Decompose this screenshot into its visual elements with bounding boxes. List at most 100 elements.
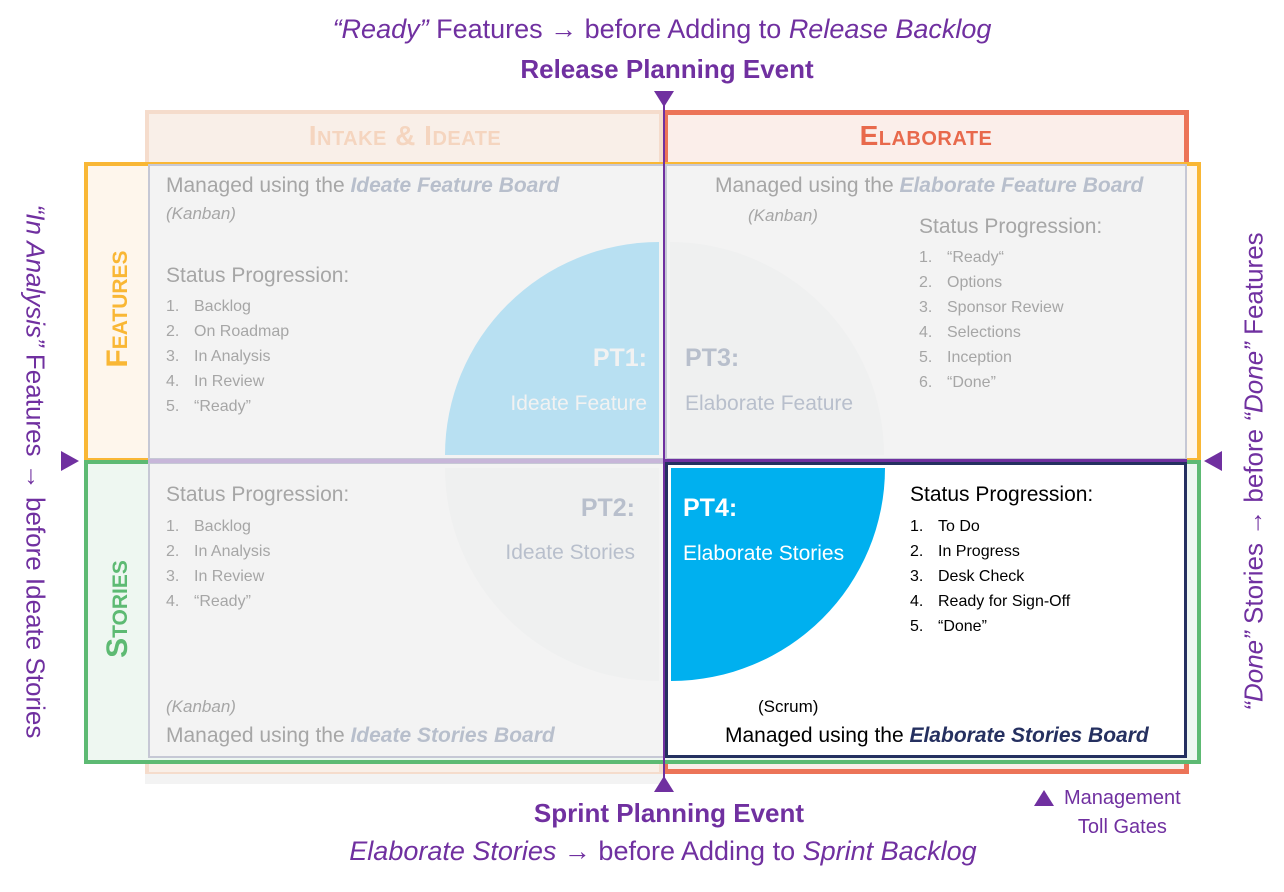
pt3-method: (Kanban) bbox=[748, 206, 818, 225]
board-name: Ideate Feature Board bbox=[350, 174, 560, 197]
board-name: Elaborate Feature Board bbox=[899, 174, 1144, 197]
status-label: Inception bbox=[947, 349, 1012, 366]
status-label: Options bbox=[947, 274, 1003, 291]
pt4-managed-by: Managed using the Elaborate Stories Boar… bbox=[725, 724, 1149, 748]
caption-tail: Features bbox=[1238, 232, 1269, 343]
pt2-method: (Kanban) bbox=[166, 697, 236, 716]
ideate-stories-toll-gate-icon bbox=[61, 451, 79, 471]
status-label: Backlog bbox=[194, 518, 251, 535]
pt4-name: Elaborate Stories bbox=[683, 542, 845, 565]
caption-italic-lead: “Ready” bbox=[332, 14, 429, 44]
managed-prefix: Managed using the bbox=[715, 174, 900, 197]
pt2-status-heading: Status Progression: bbox=[166, 483, 350, 506]
triangle-up-icon bbox=[1034, 790, 1054, 806]
pt4-status-list: 1. To Do 2. In Progress 3. Desk Check 4. Rea… bbox=[910, 514, 1070, 639]
status-item: 1. Backlog bbox=[166, 298, 251, 315]
status-item: 5. “Ready” bbox=[166, 398, 251, 415]
caption-italic-mid: “Done” bbox=[1238, 342, 1269, 422]
vertical-divider bbox=[663, 96, 665, 780]
pt3-status-list: 1. “Ready“ 2. Options 3. Sponsor Review 4. S… bbox=[919, 245, 1064, 395]
status-label: In Progress bbox=[938, 543, 1020, 560]
status-item: 2. Options bbox=[919, 274, 1003, 291]
caption-italic-lead: “Done” bbox=[1238, 631, 1269, 711]
column-header-elaborate: Elaborate bbox=[859, 120, 993, 151]
row-label-stories: Stories bbox=[101, 560, 134, 658]
sprint-toll-gate-icon bbox=[654, 776, 674, 792]
managed-prefix: Managed using the bbox=[725, 724, 910, 747]
status-item: 4. “Ready” bbox=[166, 593, 251, 610]
status-label: To Do bbox=[938, 518, 980, 535]
pt2-managed-by: Managed using the Ideate Stories Board bbox=[166, 724, 555, 748]
status-label: In Review bbox=[194, 568, 265, 585]
pt1-name: Ideate Feature bbox=[510, 392, 647, 415]
status-item: 3. In Review bbox=[166, 568, 265, 585]
pt1-code: PT1: bbox=[592, 344, 647, 372]
status-label: “Ready” bbox=[194, 593, 251, 610]
status-label: Ready for Sign-Off bbox=[938, 593, 1071, 610]
managed-prefix: Managed using the bbox=[166, 174, 351, 197]
status-item: 1. To Do bbox=[910, 518, 980, 535]
status-item: 6. “Done” bbox=[919, 374, 996, 391]
pt1-managed-by: Managed using the Ideate Feature Board bbox=[166, 174, 559, 198]
intake-frame-shadow bbox=[145, 774, 663, 784]
pt4-method: (Scrum) bbox=[758, 697, 819, 716]
pt3-name: Elaborate Feature bbox=[685, 392, 854, 415]
pt1-status-heading: Status Progression: bbox=[166, 264, 350, 287]
caption-italic-lead: “In Analysis” bbox=[20, 204, 51, 347]
pt3-code: PT3: bbox=[685, 344, 740, 372]
pt2-code: PT2: bbox=[580, 494, 635, 522]
legend-line2: Toll Gates bbox=[1077, 816, 1167, 838]
status-label: In Analysis bbox=[194, 348, 271, 365]
legend-line1: Management bbox=[1064, 787, 1181, 809]
status-item: 4. Selections bbox=[919, 324, 1021, 341]
status-item: 3. Sponsor Review bbox=[919, 299, 1064, 316]
pt1-method: (Kanban) bbox=[166, 204, 236, 223]
pt4-status-heading: Status Progression: bbox=[910, 483, 1094, 506]
horizontal-divider-right bbox=[665, 459, 1187, 462]
board-name: Ideate Stories Board bbox=[350, 724, 555, 747]
row-label-features: Features bbox=[101, 250, 134, 368]
status-label: Backlog bbox=[194, 298, 251, 315]
status-label: Sponsor Review bbox=[947, 299, 1064, 316]
status-label: “Ready” bbox=[194, 398, 251, 415]
status-item: 1. Backlog bbox=[166, 518, 251, 535]
managed-prefix: Managed using the bbox=[166, 724, 351, 747]
caption-italic-lead: Elaborate Stories bbox=[349, 836, 557, 866]
right-side-caption: “Done” Stories → before “Done” Features bbox=[1239, 162, 1270, 782]
column-header-intake-ideate: Intake & Ideate bbox=[308, 120, 502, 151]
caption-text: → before Adding to bbox=[556, 836, 803, 866]
status-label: Desk Check bbox=[938, 568, 1025, 585]
pt1-status-list: 1. Backlog 2. On Roadmap 3. In Analysis 4. I… bbox=[166, 294, 289, 419]
done-features-toll-gate-icon bbox=[1204, 451, 1222, 471]
pt3-managed-by: Managed using the Elaborate Feature Boar… bbox=[715, 174, 1143, 198]
status-item: 3. Desk Check bbox=[910, 568, 1025, 585]
legend-management-toll-gates: Management Toll Gates bbox=[1064, 784, 1181, 842]
status-item: 1. “Ready“ bbox=[919, 249, 1004, 266]
caption-text: Stories → before bbox=[1238, 421, 1269, 632]
pt3-status-heading: Status Progression: bbox=[919, 215, 1103, 238]
caption-italic-tail: Sprint Backlog bbox=[802, 836, 977, 866]
status-label: On Roadmap bbox=[194, 323, 290, 340]
status-item: 2. On Roadmap bbox=[166, 323, 290, 340]
board-name: Elaborate Stories Board bbox=[909, 724, 1149, 747]
left-side-caption: “In Analysis” Features → before Ideate S… bbox=[20, 162, 51, 782]
status-label: In Review bbox=[194, 373, 265, 390]
status-item: 4. Ready for Sign-Off bbox=[910, 593, 1071, 610]
caption-text: Features → before Adding to bbox=[428, 14, 789, 44]
status-item: 5. “Done” bbox=[910, 618, 987, 635]
release-toll-gate-icon bbox=[654, 91, 674, 107]
caption-italic-tail: Release Backlog bbox=[788, 14, 992, 44]
pt4-code: PT4: bbox=[683, 494, 738, 522]
status-label: “Done” bbox=[947, 374, 996, 391]
status-label: Selections bbox=[947, 324, 1021, 341]
status-item: 2. In Analysis bbox=[166, 543, 271, 560]
status-label: “Done” bbox=[938, 618, 987, 635]
status-item: 3. In Analysis bbox=[166, 348, 271, 365]
pt2-name: Ideate Stories bbox=[505, 541, 635, 564]
status-label: In Analysis bbox=[194, 543, 271, 560]
pt2-status-list: 1. Backlog 2. In Analysis 3. In Review 4. “R… bbox=[166, 514, 270, 614]
status-item: 5. Inception bbox=[919, 349, 1012, 366]
status-item: 4. In Review bbox=[166, 373, 265, 390]
horizontal-divider-left bbox=[148, 459, 665, 463]
status-item: 2. In Progress bbox=[910, 543, 1020, 560]
